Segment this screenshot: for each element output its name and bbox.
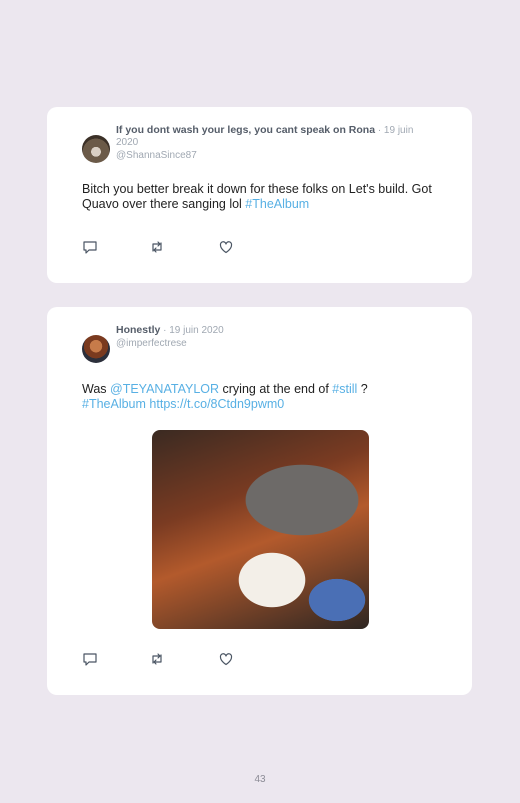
tweet-card: If you dont wash your legs, you cant spe… [47,107,472,283]
url-link[interactable]: https://t.co/8Ctdn9pwm0 [149,397,284,411]
avatar[interactable] [82,335,110,363]
tweet-actions [82,239,282,255]
retweet-icon[interactable] [149,651,165,667]
tweet-text-part: ? [357,382,368,396]
like-icon[interactable] [218,239,234,255]
page-number: 43 [254,774,266,785]
author-name[interactable]: Honestly [116,324,160,336]
tweet-text-part: Was [82,382,111,396]
reply-icon[interactable] [82,239,98,255]
hashtag-link[interactable]: #TheAlbum [245,197,309,211]
author-handle[interactable]: @imperfectrese [116,338,426,350]
avatar[interactable] [82,135,110,163]
retweet-icon[interactable] [149,239,165,255]
hashtag-link[interactable]: #TheAlbum [82,397,146,411]
tweet-actions [82,651,282,667]
mention-link[interactable]: @TEYANATAYLOR [110,382,219,396]
tweet-text-part: crying at the end of [219,382,333,396]
tweet-card: Honestly · 19 juin 2020 @imperfectrese W… [47,307,472,695]
hashtag-link[interactable]: #still [332,382,357,396]
tweet-meta: Honestly · 19 juin 2020 @imperfectrese [116,324,426,350]
author-handle[interactable]: @ShannaSince87 [116,150,426,162]
author-name[interactable]: If you dont wash your legs, you cant spe… [116,124,375,136]
like-icon[interactable] [218,651,234,667]
tweet-text: Bitch you better break it down for these… [82,182,442,212]
tweet-media-gif[interactable] [152,430,369,629]
tweet-date: · 19 juin 2020 [163,325,224,336]
tweet-text: Was @TEYANATAYLOR crying at the end of #… [82,382,442,412]
reply-icon[interactable] [82,651,98,667]
tweet-meta: If you dont wash your legs, you cant spe… [116,124,426,162]
